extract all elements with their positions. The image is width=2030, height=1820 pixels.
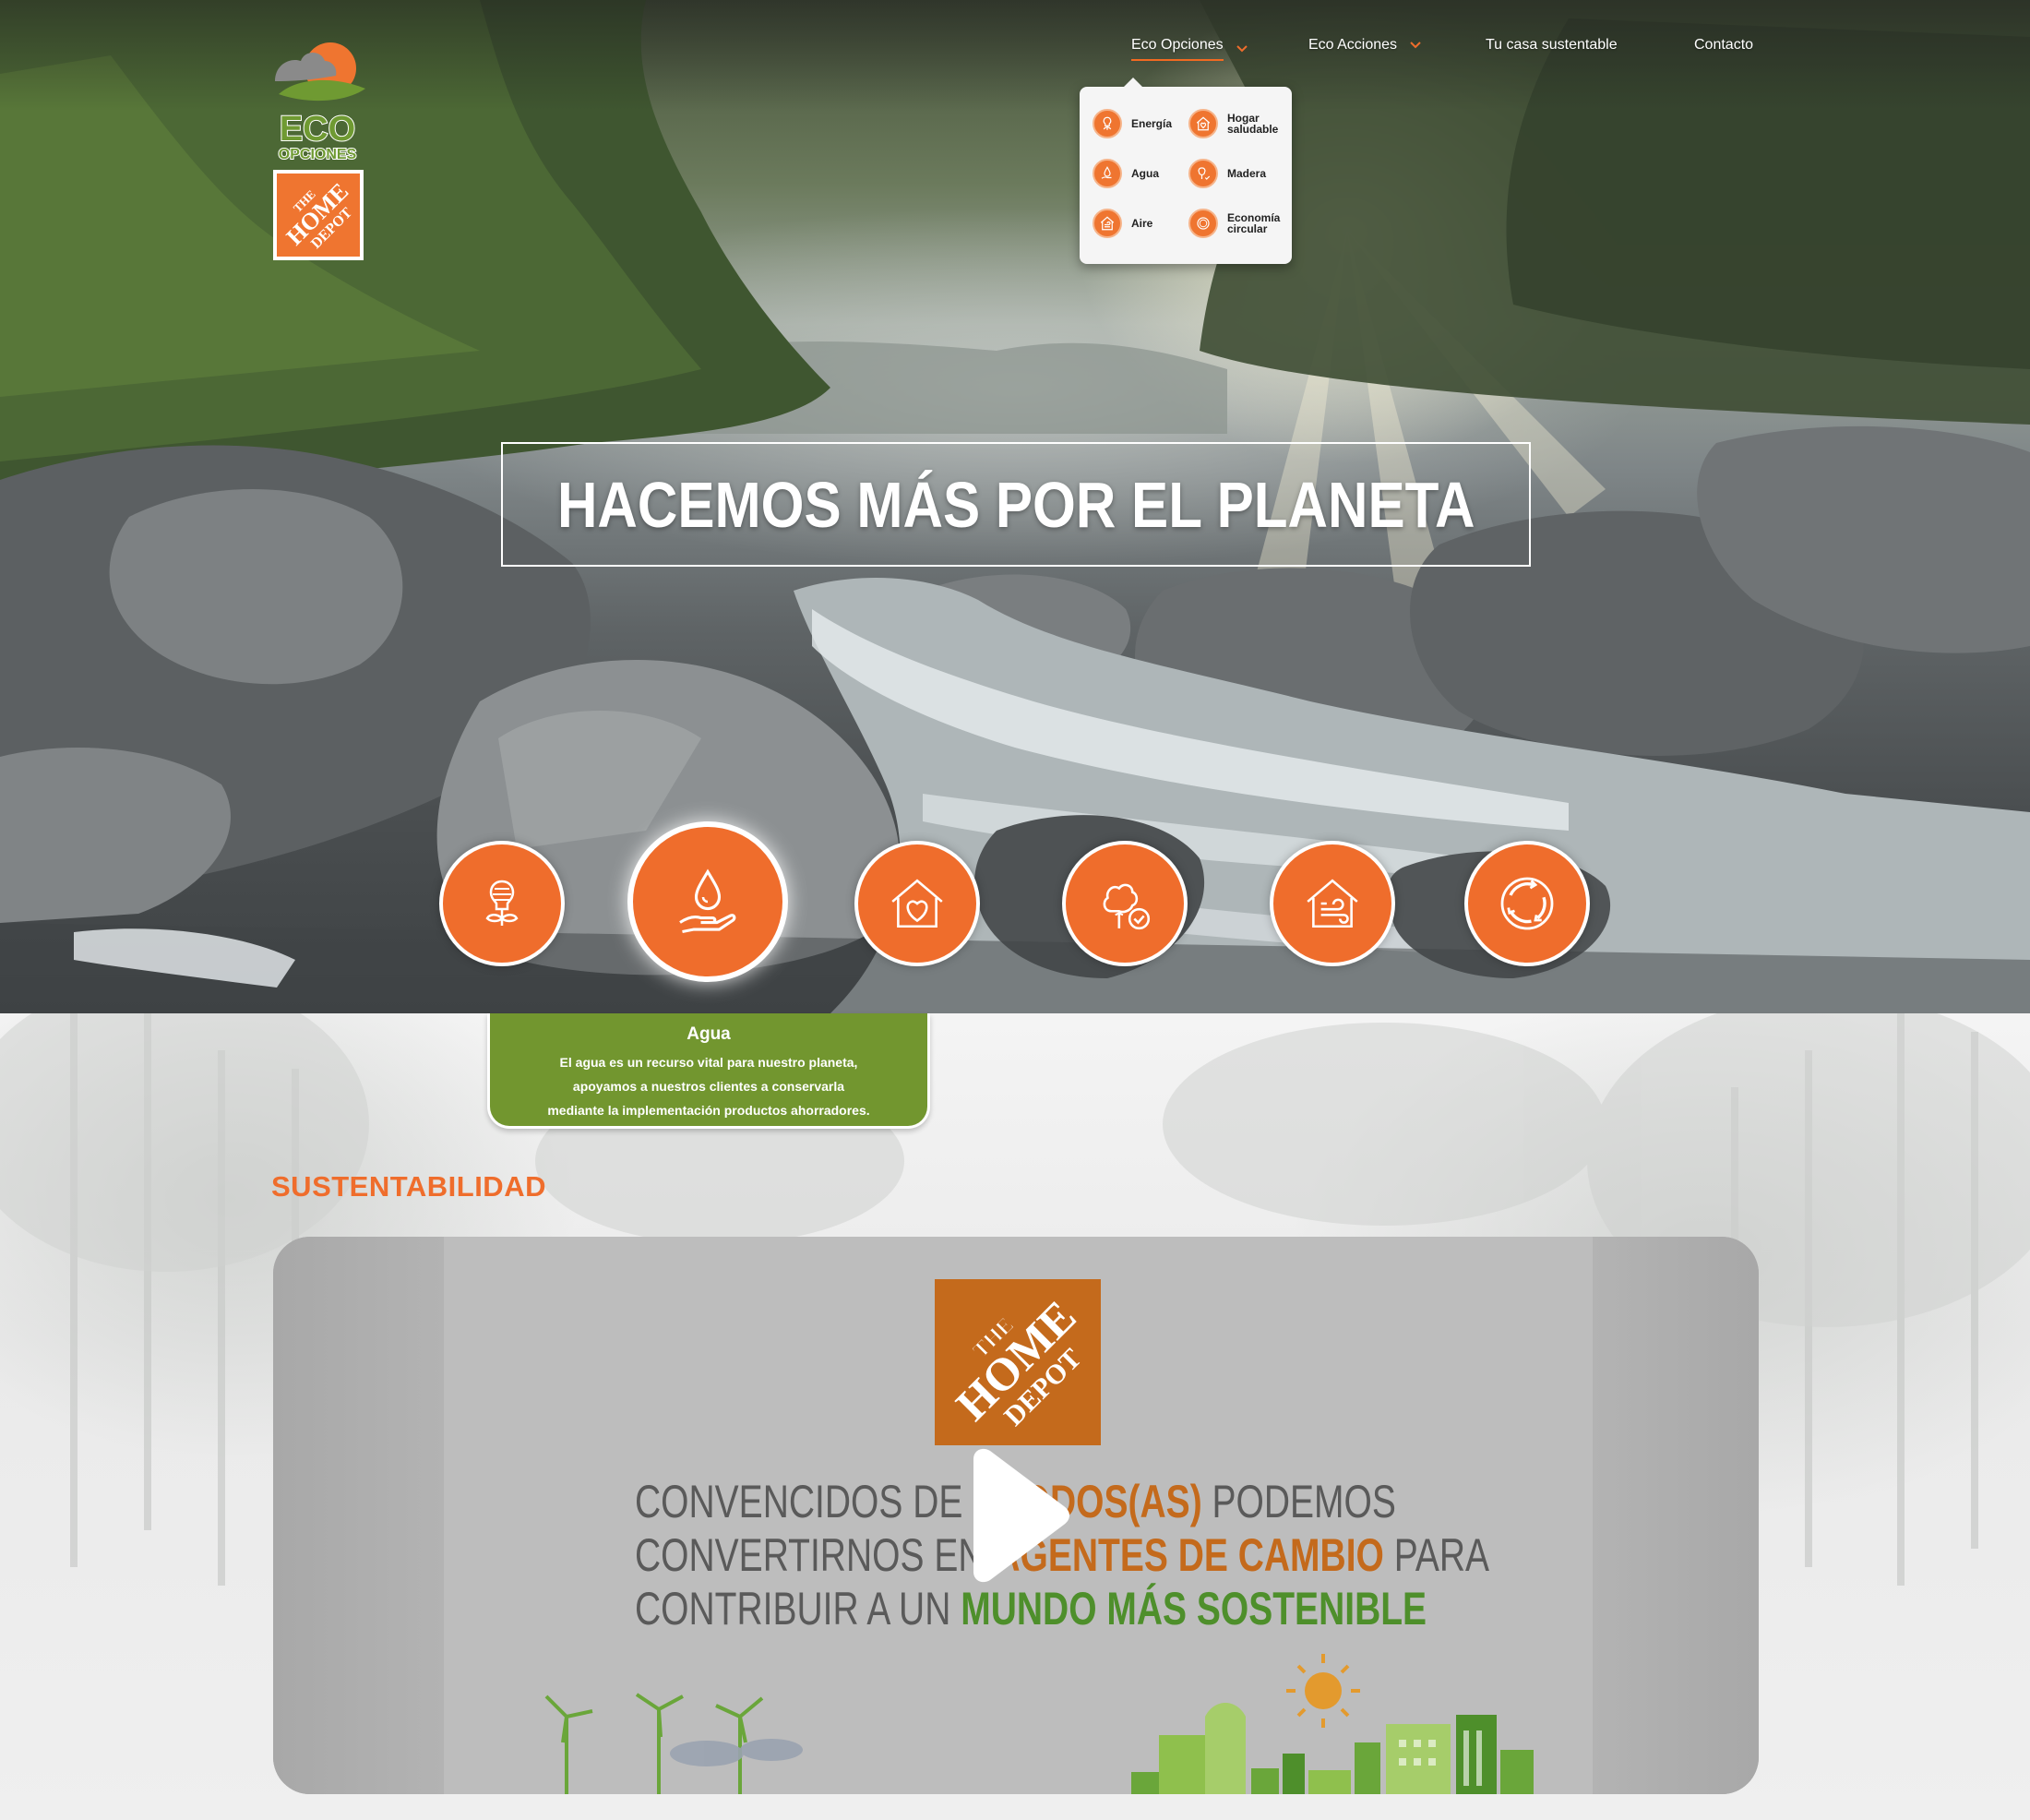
- dropdown-item-hogar-saludable[interactable]: Hogar saludable: [1188, 109, 1290, 138]
- dropdown-label-aire: Aire: [1131, 217, 1153, 230]
- video-player[interactable]: THE HOME DEPOT CONVENCIDOS DE QTODOS(AS)…: [273, 1237, 1759, 1794]
- nav-tu-casa-sustentable[interactable]: Tu casa sustentable: [1486, 37, 1618, 54]
- category-economia-circular[interactable]: [1464, 841, 1590, 966]
- tooltip-line-1: El agua es un recurso vital para nuestro…: [559, 1055, 858, 1070]
- dropdown-item-agua[interactable]: Agua: [1093, 159, 1194, 188]
- tree-check-icon: [1188, 159, 1218, 188]
- tree-check-icon: [1103, 883, 1151, 930]
- logo-opciones-text: OPCIONES: [279, 147, 357, 162]
- category-aire[interactable]: [1270, 841, 1395, 966]
- nav-eco-acciones-label: Eco Acciones: [1308, 37, 1398, 53]
- nav-contacto-label: Contacto: [1694, 37, 1754, 53]
- circular-arrows-icon: [1500, 877, 1554, 930]
- section-title: SUSTENTABILIDAD: [271, 1170, 546, 1203]
- category-energia[interactable]: [439, 841, 565, 966]
- category-agua[interactable]: [627, 821, 788, 982]
- tooltip-title: Agua: [687, 1024, 731, 1044]
- dropdown-item-aire[interactable]: Aire: [1093, 209, 1194, 238]
- dropdown-item-economia-circular[interactable]: Economía circular: [1188, 209, 1290, 238]
- eco-opciones-logo[interactable]: ECO OPCIONES THE HOME DEPOT: [269, 41, 378, 262]
- dropdown-label-energia: Energía: [1131, 117, 1173, 130]
- dropdown-item-energia[interactable]: Energía: [1093, 109, 1194, 138]
- nav-eco-opciones[interactable]: Eco Opciones: [1131, 37, 1248, 61]
- hero-headline: HACEMOS MÁS POR EL PLANETA: [556, 468, 1475, 541]
- eco-opciones-logo-graphic: ECO OPCIONES THE HOME DEPOT: [273, 42, 365, 260]
- heart-house-icon: [1188, 109, 1218, 138]
- category-madera[interactable]: [1062, 841, 1188, 966]
- wind-house-icon: [1307, 879, 1358, 928]
- dropdown-item-madera[interactable]: Madera: [1188, 159, 1290, 188]
- dropdown-label-madera: Madera: [1227, 167, 1267, 180]
- dropdown-label-hogar: Hogar saludable: [1227, 112, 1279, 136]
- logo-eco-text: ECO: [280, 110, 355, 149]
- tooltip-description: El agua es un recurso vital para nuestro…: [490, 1050, 927, 1122]
- main-nav: Eco Opciones Eco Acciones Tu casa susten…: [0, 37, 2030, 65]
- nav-tu-casa-label: Tu casa sustentable: [1486, 37, 1618, 53]
- water-drop-hand-icon: [679, 868, 736, 934]
- water-drop-hand-icon: [1093, 159, 1122, 188]
- dropdown-label-economia: Economía circular: [1227, 211, 1281, 235]
- plant-bulb-icon: [485, 880, 519, 926]
- nav-eco-opciones-label: Eco Opciones: [1131, 37, 1224, 61]
- chevron-down-icon: [1410, 42, 1421, 49]
- tooltip-line-2: apoyamos a nuestros clientes a conservar…: [572, 1079, 845, 1094]
- video-play-button[interactable]: [951, 1446, 1071, 1585]
- heart-house-icon: [891, 879, 943, 928]
- hero-headline-box: HACEMOS MÁS POR EL PLANETA: [501, 442, 1531, 567]
- circular-arrows-icon: [1188, 209, 1218, 238]
- chevron-down-icon: [1236, 45, 1248, 53]
- tooltip-line-3: mediante la implementación productos aho…: [547, 1103, 870, 1118]
- category-tooltip: Agua El agua es un recurso vital para nu…: [487, 1013, 930, 1129]
- play-icon: [973, 1448, 1069, 1583]
- dropdown-label-agua: Agua: [1131, 167, 1159, 180]
- category-hogar-saludable[interactable]: [854, 841, 980, 966]
- nav-contacto[interactable]: Contacto: [1694, 37, 1753, 54]
- wind-house-icon: [1093, 209, 1122, 238]
- eco-opciones-dropdown: Energía Hogar saludable Agua Madera Aire…: [1080, 78, 1292, 264]
- plant-bulb-icon: [1093, 109, 1122, 138]
- nav-eco-acciones[interactable]: Eco Acciones: [1308, 37, 1421, 54]
